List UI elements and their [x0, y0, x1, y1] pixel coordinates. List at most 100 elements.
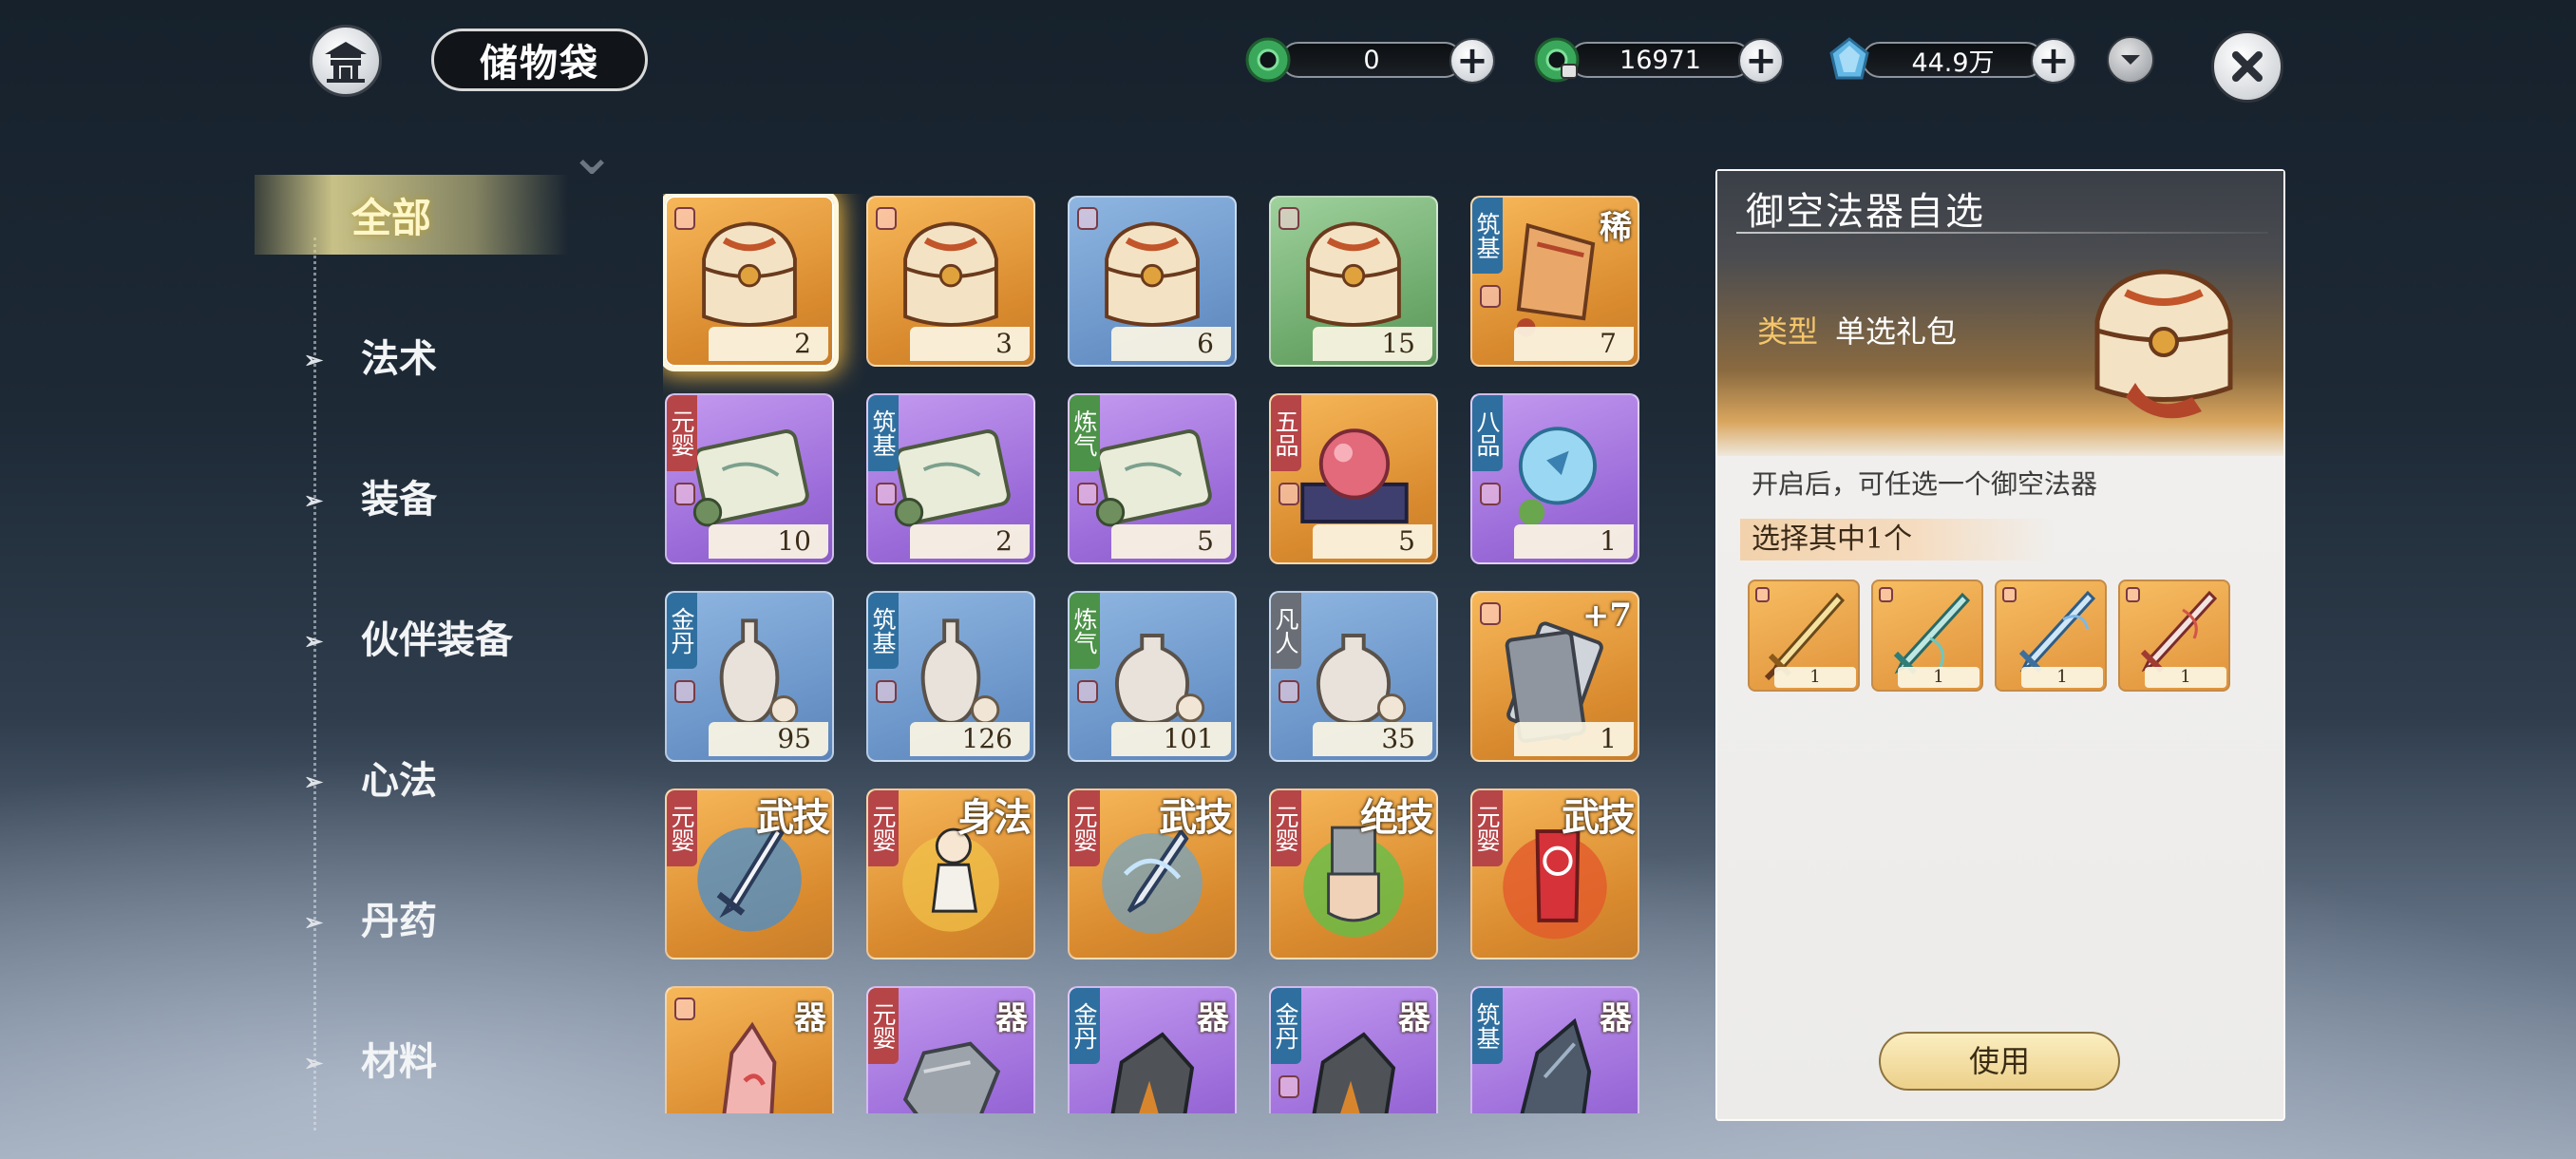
sidebar-item-all[interactable]: 全部 — [255, 175, 568, 255]
inventory-item[interactable]: 元婴 武技 — [1470, 788, 1639, 960]
option-red-sword[interactable]: 1 — [2118, 580, 2230, 692]
use-button[interactable]: 使用 — [1879, 1032, 2120, 1091]
inventory-item[interactable]: 炼气 101 — [1068, 591, 1237, 762]
inventory-item[interactable]: 金丹 器 — [1068, 986, 1237, 1113]
lock-icon — [1279, 1075, 1299, 1098]
choose-one-label: 选择其中1个 — [1740, 519, 2054, 560]
detail-title: 御空法器自选 — [1746, 190, 1985, 234]
inventory-item[interactable]: 2 — [665, 196, 834, 367]
realm-tag: 筑基 — [868, 395, 899, 471]
bird-decoration-icon: ⌄ — [568, 122, 616, 188]
lock-icon — [1077, 680, 1098, 703]
sidebar-item-spells[interactable]: ➢ 法术 — [304, 327, 437, 384]
realm-tag: 元婴 — [1070, 790, 1100, 866]
lock-icon — [1279, 680, 1299, 703]
realm-tag: 金丹 — [1271, 988, 1301, 1064]
sidebar-item-elixirs[interactable]: ➢ 丹药 — [304, 889, 437, 946]
inventory-item[interactable]: 3 — [866, 196, 1035, 367]
item-corner-badge: 绝技 — [1360, 795, 1434, 840]
pavilion-icon — [325, 42, 367, 83]
currency-bound-jade-value: 16971 — [1569, 42, 1752, 78]
sidebar-item-materials[interactable]: ➢ 材料 — [304, 1030, 437, 1087]
inventory-item[interactable]: +7 1 — [1470, 591, 1639, 762]
sidebar-item-mind-method[interactable]: ➢ 心法 — [304, 749, 437, 806]
arrow-icon: ➢ — [304, 627, 324, 655]
lock-icon — [674, 680, 695, 703]
item-count: 10 — [709, 524, 828, 559]
inventory-item[interactable]: 器 — [665, 986, 834, 1113]
option-golden-sword[interactable]: 1 — [1748, 580, 1860, 692]
item-count: 1 — [1514, 524, 1634, 559]
chevron-down-icon — [2121, 55, 2140, 65]
add-spirit-stone-button[interactable]: + — [2031, 38, 2076, 84]
item-count: 15 — [1313, 327, 1432, 361]
lock-icon — [1480, 602, 1501, 625]
option-count: 1 — [1774, 667, 1856, 688]
item-corner-badge: 器 — [1197, 999, 1229, 1037]
sidebar-item-label: 全部 — [351, 194, 432, 241]
item-count: 95 — [709, 722, 828, 756]
detail-type-value: 单选礼包 — [1835, 314, 1958, 350]
sidebar-item-label: 法术 — [361, 336, 437, 381]
arrow-icon: ➢ — [304, 346, 324, 373]
item-corner-badge: 身法 — [957, 795, 1032, 840]
inventory-item[interactable]: 炼气 5 — [1068, 393, 1237, 564]
item-count: 3 — [910, 327, 1030, 361]
inventory-item[interactable]: 金丹 器 — [1269, 986, 1438, 1113]
arrow-icon: ➢ — [304, 486, 324, 514]
item-count: 2 — [910, 524, 1030, 559]
realm-tag: 元婴 — [1271, 790, 1301, 866]
inventory-item[interactable]: 筑基 稀 7 — [1470, 196, 1639, 367]
option-count: 1 — [2021, 667, 2103, 688]
inventory-item[interactable]: 八品 1 — [1470, 393, 1639, 564]
bound-jade-icon — [1534, 37, 1580, 83]
realm-tag: 炼气 — [1070, 395, 1100, 471]
realm-tag: 八品 — [1472, 395, 1503, 471]
inventory-item[interactable]: 筑基 器 — [1470, 986, 1639, 1113]
add-bound-jade-button[interactable]: + — [1738, 38, 1784, 84]
lock-icon — [1077, 207, 1098, 230]
inventory-item[interactable]: 凡人 35 — [1269, 591, 1438, 762]
expand-currency-button[interactable] — [2107, 36, 2154, 84]
option-jade-sword[interactable]: 1 — [1871, 580, 1983, 692]
sidebar-item-equipment[interactable]: ➢ 装备 — [304, 467, 437, 524]
lock-icon — [1279, 483, 1299, 505]
item-count: 35 — [1313, 722, 1432, 756]
arrow-icon: ➢ — [304, 908, 324, 936]
inventory-item[interactable]: 元婴 器 — [866, 986, 1035, 1113]
sidebar-item-partner-equipment[interactable]: ➢ 伙伴装备 — [304, 608, 513, 665]
realm-tag: 元婴 — [1472, 790, 1503, 866]
item-corner-badge: 器 — [1398, 999, 1430, 1037]
treasure-chest-icon — [2094, 269, 2233, 419]
realm-tag: 五品 — [1271, 395, 1301, 471]
sidebar-item-label: 心法 — [361, 758, 437, 803]
realm-tag: 元婴 — [868, 988, 899, 1064]
option-count: 1 — [2145, 667, 2226, 688]
inventory-item[interactable]: 15 — [1269, 196, 1438, 367]
close-button[interactable] — [2211, 30, 2283, 103]
inventory-item[interactable]: 元婴 10 — [665, 393, 834, 564]
home-pavilion-button[interactable] — [310, 25, 382, 97]
realm-tag: 金丹 — [667, 593, 697, 669]
inventory-item[interactable]: 元婴 武技 — [665, 788, 834, 960]
add-jade-button[interactable]: + — [1449, 38, 1495, 84]
close-icon — [2232, 51, 2263, 82]
option-count: 1 — [1898, 667, 1979, 688]
realm-tag: 筑基 — [1472, 198, 1503, 274]
inventory-item[interactable]: 元婴 武技 — [1068, 788, 1237, 960]
inventory-item[interactable]: 金丹 95 — [665, 591, 834, 762]
item-count: 6 — [1111, 327, 1231, 361]
inventory-item[interactable]: 五品 5 — [1269, 393, 1438, 564]
option-blue-sword[interactable]: 1 — [1995, 580, 2107, 692]
item-corner-badge: 稀 — [1600, 209, 1632, 247]
inventory-item[interactable]: 元婴 身法 — [866, 788, 1035, 960]
lock-icon — [1480, 285, 1501, 308]
spirit-stone-icon — [1829, 37, 1869, 80]
item-count: 1 — [1514, 722, 1634, 756]
inventory-item[interactable]: 筑基 126 — [866, 591, 1035, 762]
inventory-item[interactable]: 筑基 2 — [866, 393, 1035, 564]
inventory-item[interactable]: 6 — [1068, 196, 1237, 367]
jade-ring-icon — [1245, 37, 1291, 83]
inventory-item[interactable]: 元婴 绝技 — [1269, 788, 1438, 960]
item-detail-panel: 御空法器自选 类型 单选礼包 开启后，可任选一个御空法器 选择其中1个 1 1 — [1715, 169, 2285, 1121]
